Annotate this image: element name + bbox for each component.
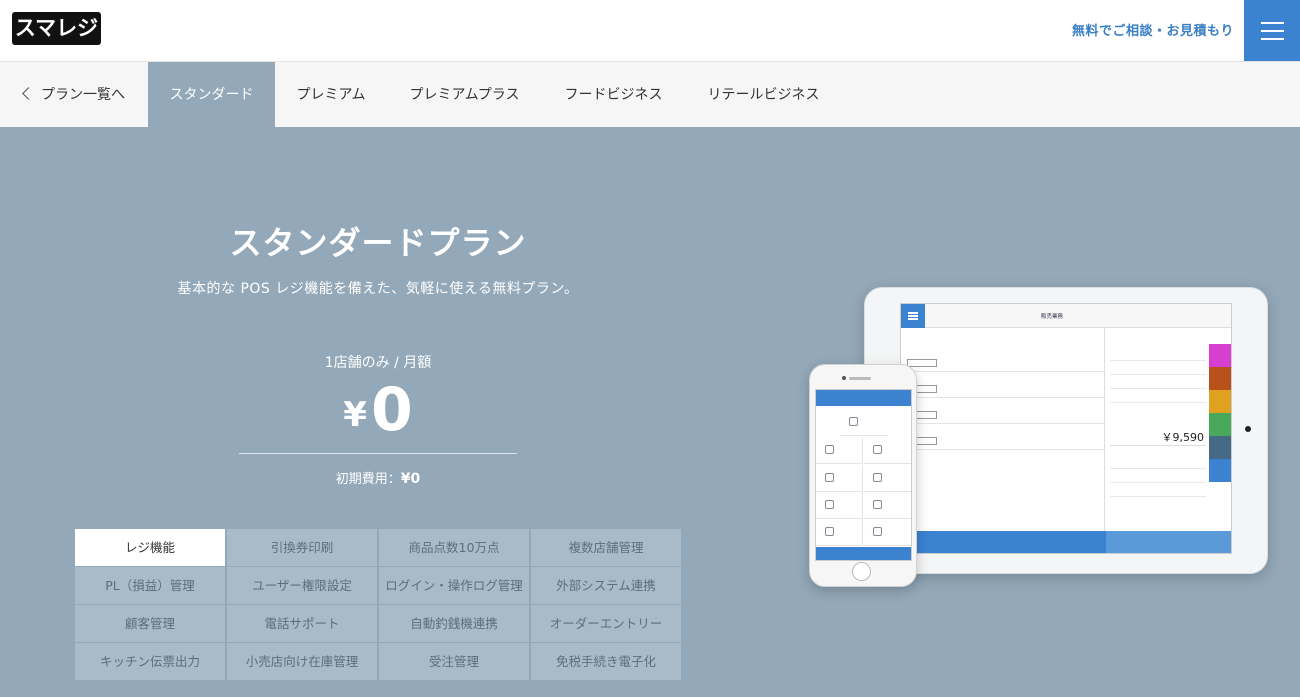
ipad-summary-line xyxy=(1110,348,1206,361)
feature-grid: レジ機能 引換券印刷 商品点数10万点 複数店舗管理 PL（損益）管理 ユーザー… xyxy=(75,529,681,681)
ipad-summary-line xyxy=(1110,362,1206,375)
feature-cell[interactable]: 顧客管理 xyxy=(75,605,225,642)
ipad-summary: ￥9,590 xyxy=(1106,328,1209,531)
ipad-bottom-bar xyxy=(901,531,1231,553)
plan-tabbar: プラン一覧へ スタンダード プレミアム プレミアムプラス フードビジネス リテー… xyxy=(0,61,1300,128)
ipad-total: ￥9,590 xyxy=(1110,426,1206,446)
iphone-tile xyxy=(816,437,863,464)
price-label: 1店舗のみ / 月額 xyxy=(324,355,432,371)
ipad-item-row xyxy=(901,398,1105,424)
feature-cell[interactable]: ログイン・操作ログ管理 xyxy=(379,567,529,604)
feature-cell[interactable]: 複数店舗管理 xyxy=(531,529,681,566)
tab-premium-plus[interactable]: プレミアムプラス xyxy=(387,62,542,128)
price-currency: ¥ xyxy=(343,395,367,435)
chevron-left-icon xyxy=(22,87,35,100)
ipad-summary-line xyxy=(1110,484,1206,497)
ipad-shortcut-button xyxy=(1209,344,1231,367)
feature-cell[interactable]: 免税手続き電子化 xyxy=(531,643,681,680)
feature-cell[interactable]: 引換券印刷 xyxy=(227,529,377,566)
price-value: 0 xyxy=(370,375,413,445)
iphone-tile xyxy=(864,465,911,492)
ipad-menu-icon xyxy=(901,304,925,328)
iphone-tile xyxy=(864,437,911,464)
ipad-summary-line xyxy=(1110,390,1206,403)
feature-cell[interactable]: 自動釣銭機連携 xyxy=(379,605,529,642)
ipad-summary-line xyxy=(1110,376,1206,389)
ipad-screen: 販売業務 ￥9,590 xyxy=(900,303,1232,554)
ipad-item-row xyxy=(901,424,1105,450)
feature-cell[interactable]: レジ機能 xyxy=(75,529,225,566)
iphone-tile xyxy=(840,409,888,436)
ipad-camera xyxy=(1245,426,1251,432)
iphone-bottom-bar xyxy=(816,547,911,560)
ipad-item-list xyxy=(901,328,1105,531)
ipad-item-row xyxy=(901,372,1105,398)
iphone-tile xyxy=(816,465,863,492)
initial-fee-value: ¥0 xyxy=(400,471,421,487)
back-label: プラン一覧へ xyxy=(41,87,125,103)
ipad-item-row xyxy=(901,346,1105,372)
tab-food-business[interactable]: フードビジネス xyxy=(542,62,685,128)
ipad-shortcut-button xyxy=(1209,413,1231,436)
feature-cell[interactable]: キッチン伝票出力 xyxy=(75,643,225,680)
iphone-camera xyxy=(842,376,846,380)
feature-cell[interactable]: PL（損益）管理 xyxy=(75,567,225,604)
iphone-screen xyxy=(815,389,912,561)
ipad-shortcut-button xyxy=(1209,436,1231,459)
feature-cell[interactable]: 電話サポート xyxy=(227,605,377,642)
ipad-topbar: 販売業務 xyxy=(901,304,1231,328)
iphone-tile xyxy=(864,492,911,519)
iphone-tile xyxy=(864,519,911,546)
ipad-summary-line xyxy=(1110,470,1206,483)
hamburger-menu-icon[interactable] xyxy=(1244,0,1300,61)
feature-cell[interactable]: 商品点数10万点 xyxy=(379,529,529,566)
iphone-speaker xyxy=(849,377,871,380)
initial-fee: 初期費用：¥0 xyxy=(75,468,681,487)
back-to-plans-link[interactable]: プラン一覧へ xyxy=(16,62,138,128)
ipad-shortcut-buttons xyxy=(1209,344,1231,531)
ipad-screen-title: 販売業務 xyxy=(1041,314,1064,320)
tab-premium[interactable]: プレミアム xyxy=(275,62,387,128)
consult-link[interactable]: 無料でご相談・お見積もり xyxy=(1072,20,1234,39)
tab-standard[interactable]: スタンダード xyxy=(148,62,275,128)
plan-title: スタンダードプラン xyxy=(229,224,527,262)
smaregi-logo[interactable]: スマレジ xyxy=(12,12,101,45)
ipad-shortcut-button xyxy=(1209,367,1231,390)
feature-cell[interactable]: ユーザー権限設定 xyxy=(227,567,377,604)
ipad-shortcut-button xyxy=(1209,390,1231,413)
iphone-topbar xyxy=(816,390,911,406)
monthly-price: ¥0 xyxy=(75,372,681,453)
ipad-total-value: ￥9,590 xyxy=(1161,431,1205,444)
ipad-shortcut-button xyxy=(1209,482,1231,505)
feature-cell[interactable]: オーダーエントリー xyxy=(531,605,681,642)
ipad-summary-line xyxy=(1110,456,1206,469)
price-divider xyxy=(239,453,517,454)
tab-retail-business[interactable]: リテールビジネス xyxy=(685,62,842,128)
ipad-shortcut-button xyxy=(1209,505,1231,528)
initial-fee-label: 初期費用： xyxy=(335,472,401,487)
site-header: スマレジ 無料でご相談・お見積もり xyxy=(0,0,1300,61)
iphone-home-button xyxy=(852,562,871,581)
iphone-tile xyxy=(816,519,863,546)
plan-subtitle: 基本的な POS レジ機能を備えた、気軽に使える無料プラン。 xyxy=(177,281,579,297)
feature-cell[interactable]: 受注管理 xyxy=(379,643,529,680)
ipad-shortcut-button xyxy=(1209,459,1231,482)
feature-cell[interactable]: 外部システム連携 xyxy=(531,567,681,604)
iphone-tile xyxy=(816,492,863,519)
feature-cell[interactable]: 小売店向け在庫管理 xyxy=(227,643,377,680)
